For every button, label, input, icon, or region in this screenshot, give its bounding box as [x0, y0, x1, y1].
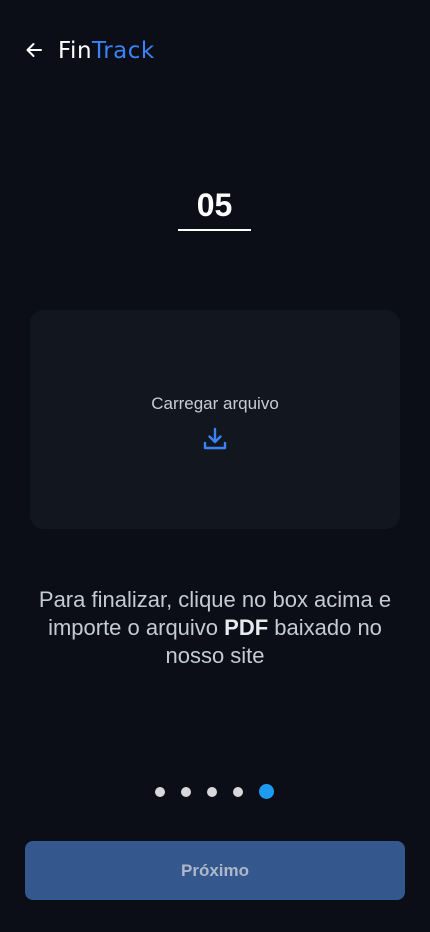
pagination-dot	[207, 787, 217, 797]
upload-label: Carregar arquivo	[151, 393, 279, 413]
logo-fin: Fin	[58, 38, 93, 64]
download-icon	[203, 427, 227, 449]
header: FinTrack	[0, 0, 430, 100]
instructions-text: Para finalizar, clique no box acima e im…	[20, 586, 410, 670]
arrow-left-icon	[26, 43, 42, 57]
pagination-dot-active	[259, 784, 274, 799]
upload-box[interactable]: Carregar arquivo	[30, 310, 400, 529]
pagination-dots	[0, 784, 430, 800]
instructions-bold: PDF	[224, 615, 269, 640]
logo: FinTrack	[58, 37, 155, 65]
step-number: 05	[196, 187, 233, 223]
pagination-dot	[181, 787, 191, 797]
pagination-dot	[233, 787, 243, 797]
back-button[interactable]	[22, 38, 46, 62]
pagination-dot	[155, 787, 165, 797]
step-underline	[178, 229, 251, 231]
logo-track: Track	[92, 38, 155, 64]
next-button[interactable]: Próximo	[25, 841, 405, 900]
